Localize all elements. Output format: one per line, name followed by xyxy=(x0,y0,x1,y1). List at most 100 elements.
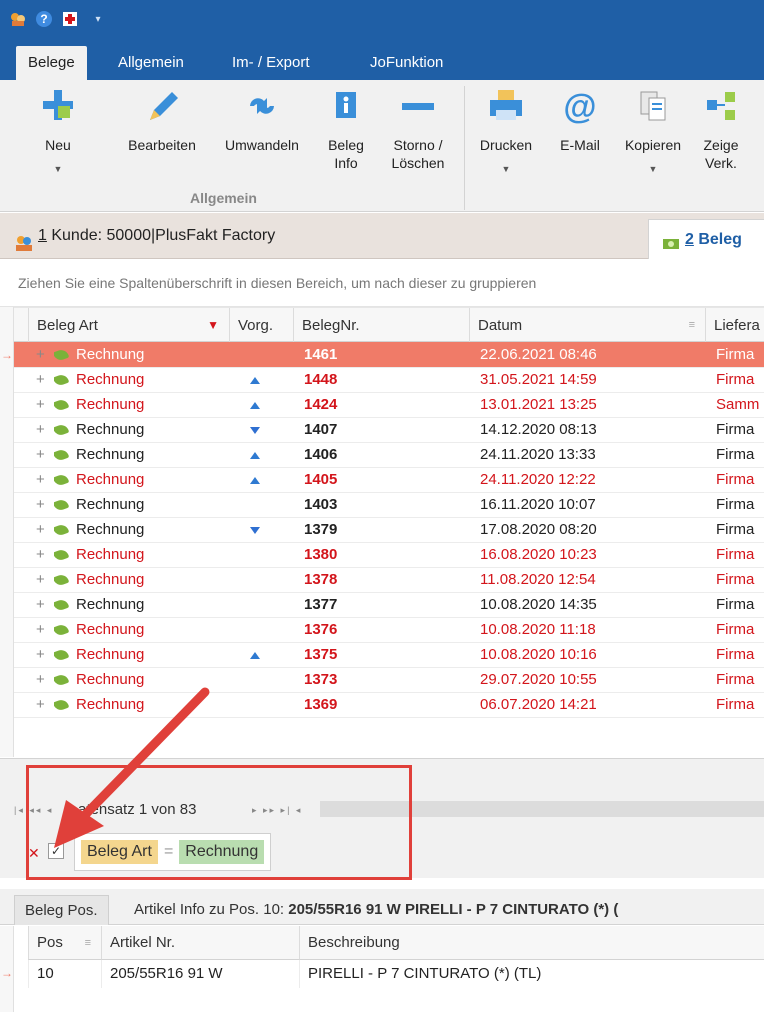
cell-belegnr: 1377 xyxy=(304,596,338,613)
expand-icon[interactable]: + xyxy=(36,592,56,618)
column-header-beschreibung[interactable]: Beschreibung xyxy=(300,926,764,960)
arrow-up-icon xyxy=(250,402,260,409)
tab-im-export[interactable]: Im- / Export xyxy=(220,46,322,80)
cell-lieferadresse: Samm xyxy=(716,396,760,413)
expand-icon[interactable]: + xyxy=(36,442,56,468)
table-row[interactable]: + Rechnung 1448 31.05.2021 14:59 Firma xyxy=(14,367,764,393)
expand-icon[interactable]: + xyxy=(36,467,56,493)
tab-beleg[interactable]: 2 Beleg xyxy=(648,219,764,259)
column-header-belegnr[interactable]: BelegNr. xyxy=(294,308,470,343)
expand-icon[interactable]: + xyxy=(36,342,56,368)
cell-vorg xyxy=(250,642,290,668)
filter-enable-checkbox[interactable]: ✓ xyxy=(48,843,64,859)
umwandeln-button[interactable]: Umwandeln xyxy=(214,80,310,190)
help-icon[interactable]: ? xyxy=(34,9,54,29)
invoice-icon xyxy=(54,542,72,568)
group-panel[interactable]: Ziehen Sie eine Spaltenüberschrift in di… xyxy=(0,259,764,307)
table-row[interactable]: + Rechnung 1375 10.08.2020 10:16 Firma xyxy=(14,642,764,668)
table-row[interactable]: → + Rechnung 1461 22.06.2021 08:46 Firma xyxy=(1,342,764,368)
column-header-datum[interactable]: Datum ≡ xyxy=(470,308,706,343)
expand-icon[interactable]: + xyxy=(36,667,56,693)
tab-jofunktion[interactable]: JoFunktion xyxy=(358,46,455,80)
cell-beleg-art: Rechnung xyxy=(76,396,145,413)
invoice-icon xyxy=(54,417,72,443)
beleg-info-button[interactable]: Beleg Info xyxy=(318,80,374,190)
column-header-pos[interactable]: Pos ≡ xyxy=(28,926,102,960)
sort-icon: ≡ xyxy=(688,319,695,331)
table-row[interactable]: + Rechnung 1373 29.07.2020 10:55 Firma xyxy=(14,667,764,693)
table-row[interactable]: + Rechnung 1406 24.11.2020 13:33 Firma xyxy=(14,442,764,468)
quick-access-dropdown-icon[interactable]: ▾ xyxy=(88,9,108,29)
table-row[interactable]: + Rechnung 1424 13.01.2021 13:25 Samm xyxy=(14,392,764,418)
cell-belegnr: 1405 xyxy=(304,471,338,488)
nav-next-last-buttons[interactable]: ▸ ▸▸ ▸| ◂ xyxy=(252,805,302,816)
horizontal-scrollbar[interactable] xyxy=(320,801,764,817)
expand-icon[interactable]: + xyxy=(36,492,56,518)
column-header-artikel-nr[interactable]: Artikel Nr. xyxy=(102,926,300,960)
table-row[interactable]: + Rechnung 1369 06.07.2020 14:21 Firma xyxy=(14,692,764,718)
table-row[interactable]: + Rechnung 1379 17.08.2020 08:20 Firma xyxy=(14,517,764,543)
expand-icon[interactable]: + xyxy=(36,642,56,668)
clear-filter-icon[interactable]: ✕ xyxy=(28,845,40,862)
column-header-beleg-art[interactable]: Beleg Art ▼ xyxy=(28,308,230,343)
support-icon[interactable] xyxy=(60,9,80,29)
cell-beleg-art: Rechnung xyxy=(76,346,145,363)
cell-belegnr: 1373 xyxy=(304,671,338,688)
kopieren-button[interactable]: Kopieren ▼ xyxy=(612,80,694,190)
filter-expression[interactable]: Beleg Art = Rechnung xyxy=(74,833,272,871)
expand-icon[interactable]: + xyxy=(36,542,56,568)
cell-beleg-art: Rechnung xyxy=(76,496,145,513)
table-row[interactable]: + Rechnung 1376 10.08.2020 11:18 Firma xyxy=(14,617,764,643)
zeige-verk-button[interactable]: Zeige Verk. xyxy=(696,80,746,190)
title-bar: ? ▾ xyxy=(0,0,764,38)
column-header-lieferadresse[interactable]: Lieferа xyxy=(706,308,764,343)
cell-datum: 10.08.2020 14:35 xyxy=(480,596,597,613)
neu-button[interactable]: Neu ▼ xyxy=(28,80,88,190)
cell-beleg-art: Rechnung xyxy=(76,446,145,463)
tab-allgemein[interactable]: Allgemein xyxy=(106,46,196,80)
table-row[interactable]: + Rechnung 1380 16.08.2020 10:23 Firma xyxy=(14,542,764,568)
chevron-down-icon: ▼ xyxy=(53,164,63,174)
arrow-up-icon xyxy=(250,452,260,459)
cell-datum: 13.01.2021 13:25 xyxy=(480,396,597,413)
expand-icon[interactable]: + xyxy=(36,567,56,593)
tab-beleg-pos[interactable]: Beleg Pos. xyxy=(14,895,109,925)
expand-icon[interactable]: + xyxy=(36,367,56,393)
tab-belege[interactable]: Belege xyxy=(16,46,87,80)
expand-icon[interactable]: + xyxy=(36,617,56,643)
expand-icon[interactable]: + xyxy=(36,392,56,418)
storno-loeschen-button[interactable]: Storno / Löschen xyxy=(380,80,456,190)
cell-datum: 24.11.2020 13:33 xyxy=(480,446,596,463)
svg-text:?: ? xyxy=(40,12,47,26)
cell-lieferadresse: Firma xyxy=(716,521,755,538)
app-icon[interactable] xyxy=(8,9,28,29)
cell-beleg-art: Rechnung xyxy=(76,596,145,613)
cell-lieferadresse: Firma xyxy=(716,571,755,588)
table-row[interactable]: → 10 205/55R16 91 W PIRELLI - P 7 CINTUR… xyxy=(1,960,764,988)
bearbeiten-button[interactable]: Bearbeiten xyxy=(114,80,210,190)
expand-icon[interactable]: + xyxy=(36,417,56,443)
cell-beleg-art: Rechnung xyxy=(76,646,145,663)
expand-icon[interactable]: + xyxy=(36,692,56,718)
table-row[interactable]: + Rechnung 1403 16.11.2020 10:07 Firma xyxy=(14,492,764,518)
cell-lieferadresse: Firma xyxy=(716,371,755,388)
invoice-icon xyxy=(54,617,72,643)
table-row[interactable]: + Rechnung 1407 14.12.2020 08:13 Firma xyxy=(14,417,764,443)
tab-kunde[interactable]: 1 Kunde: 50000|PlusFakt Factory xyxy=(14,213,275,259)
tab-artikel-info[interactable]: Artikel Info zu Pos. 10: 205/55R16 91 W … xyxy=(134,895,618,925)
table-row[interactable]: + Rechnung 1378 11.08.2020 12:54 Firma xyxy=(14,567,764,593)
sort-icon: ≡ xyxy=(84,937,91,949)
expand-icon[interactable]: + xyxy=(36,517,56,543)
table-row[interactable]: + Rechnung 1377 10.08.2020 14:35 Firma xyxy=(14,592,764,618)
arrow-up-icon xyxy=(250,477,260,484)
cell-lieferadresse: Firma xyxy=(716,621,755,638)
cell-lieferadresse: Firma xyxy=(716,471,755,488)
invoice-icon xyxy=(54,592,72,618)
invoice-icon xyxy=(54,567,72,593)
column-header-vorg[interactable]: Vorg. xyxy=(230,308,294,343)
table-row[interactable]: + Rechnung 1405 24.11.2020 12:22 Firma xyxy=(14,467,764,493)
drucken-button[interactable]: Drucken ▼ xyxy=(468,80,544,190)
nav-first-prev-buttons[interactable]: |◂ ◂◂ ◂ xyxy=(14,805,53,816)
email-button[interactable]: @ E-Mail xyxy=(548,80,612,190)
cell-lieferadresse: Firma xyxy=(716,546,755,563)
